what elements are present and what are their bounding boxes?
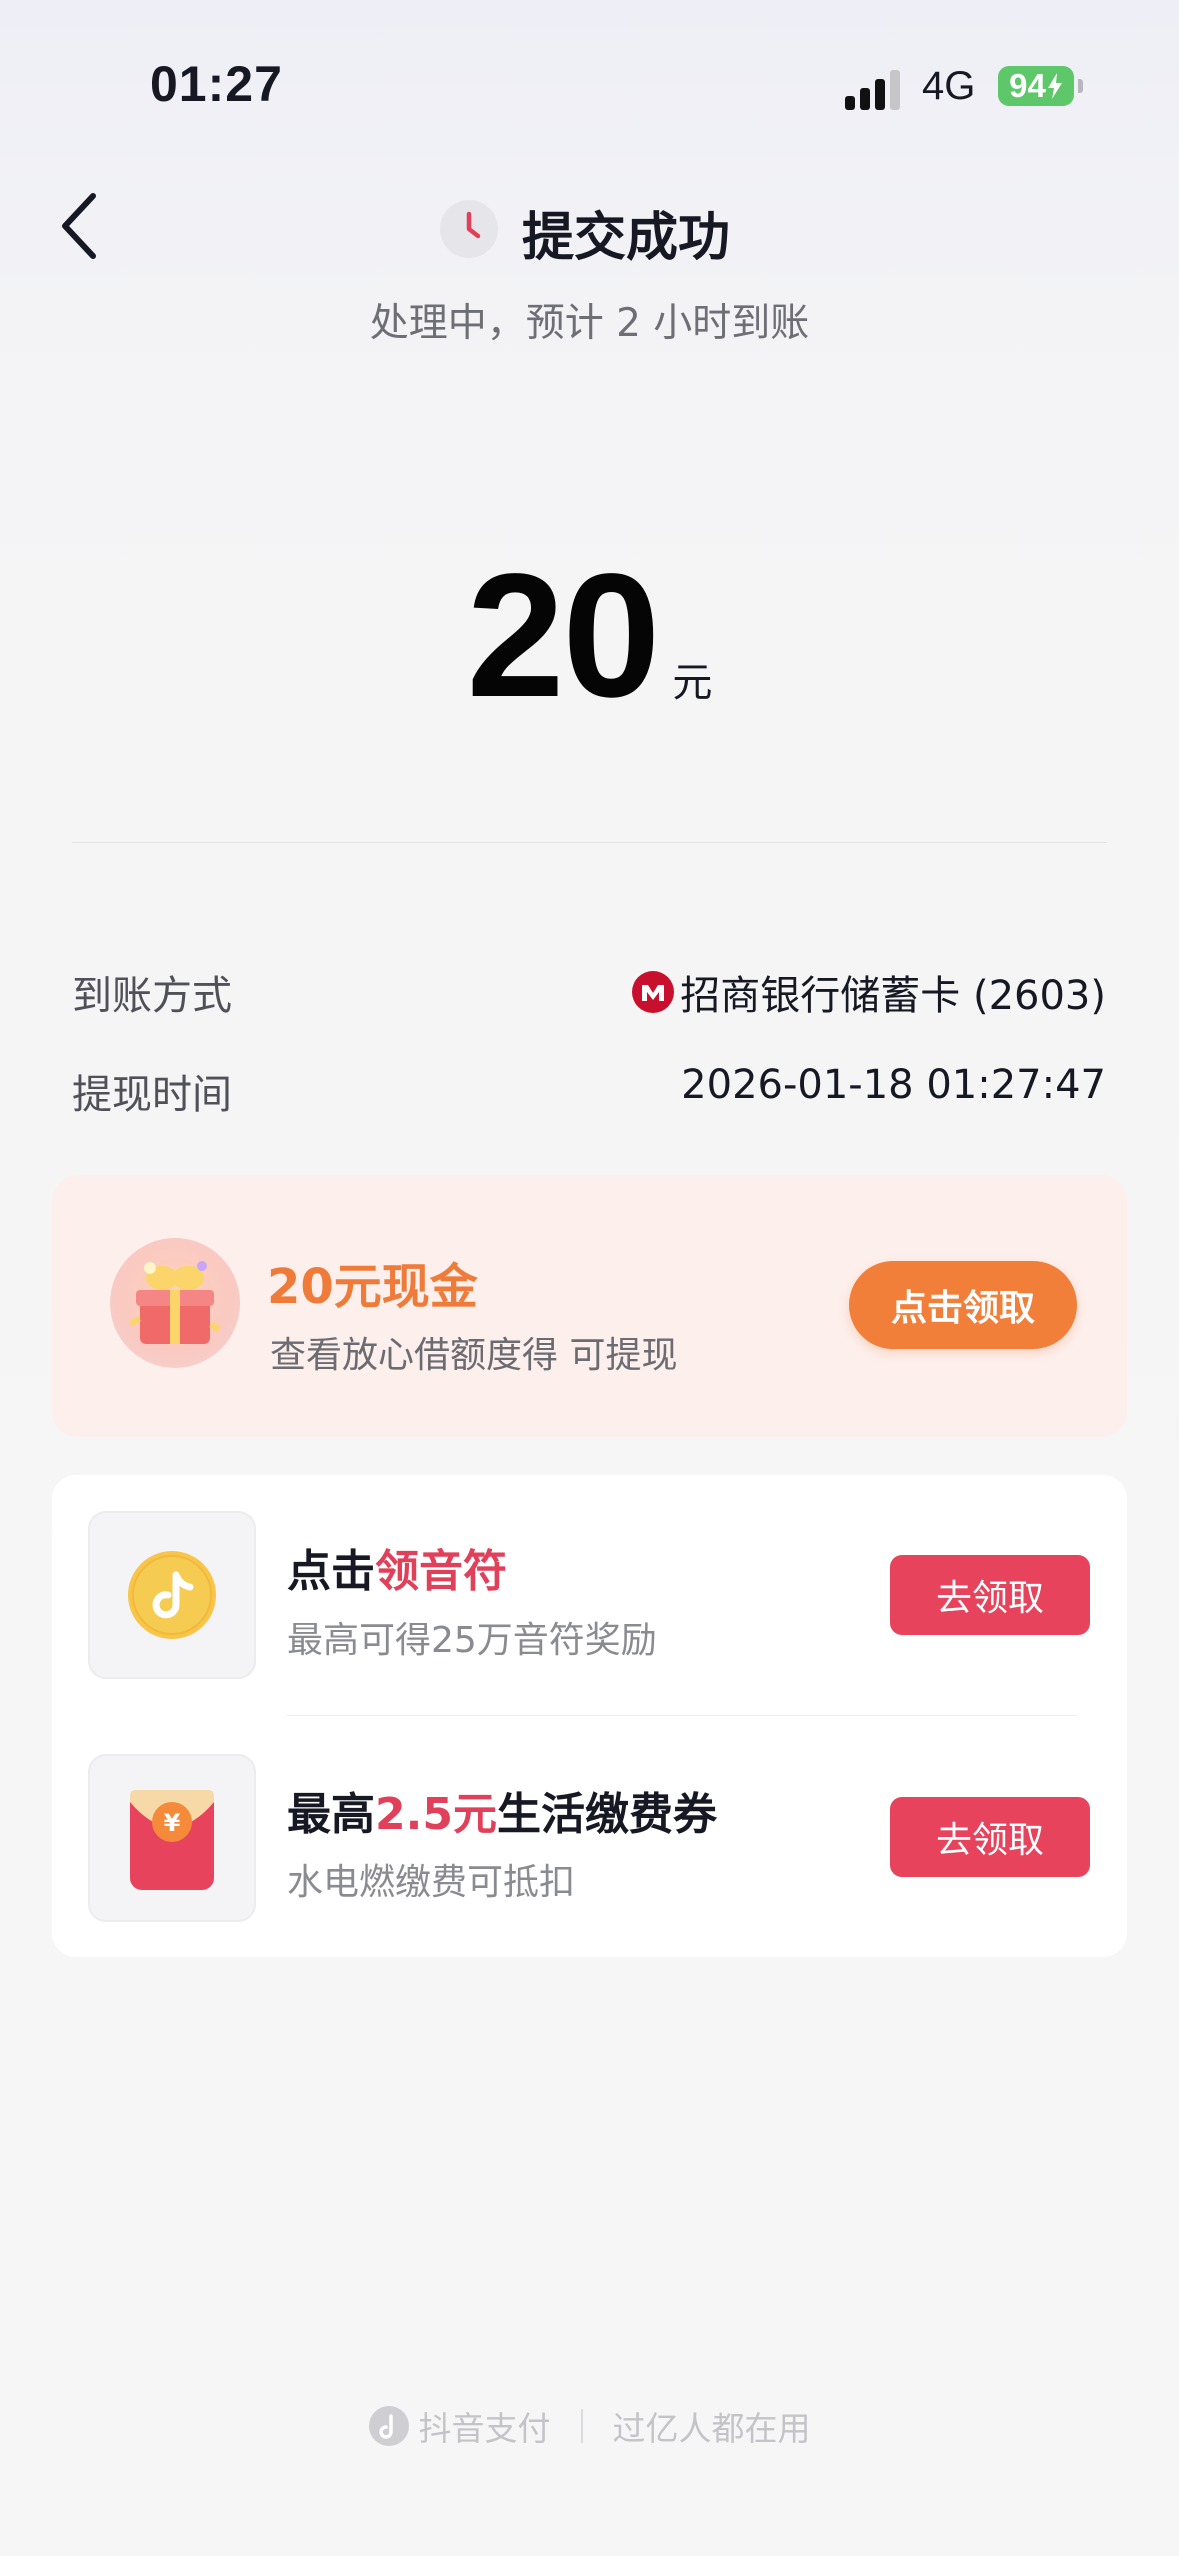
offer-title-suffix: 生活缴费券: [496, 1789, 717, 1840]
claim-cash-button[interactable]: 点击领取: [849, 1261, 1077, 1349]
page-title: 提交成功: [522, 208, 731, 268]
gift-box-icon: [110, 1238, 240, 1368]
offer-title: 最高2.5元生活缴费券: [287, 1778, 717, 1842]
offer-icon-box: ¥: [88, 1754, 256, 1922]
detail-value-method: 招商银行储蓄卡 (2603): [632, 963, 1106, 1021]
detail-value-time: 2026-01-18 01:27:47: [681, 1062, 1106, 1108]
svg-text:¥: ¥: [164, 1809, 181, 1837]
offer-title-prefix: 最高: [287, 1789, 375, 1840]
offer-title-highlight: 领音符: [375, 1546, 507, 1597]
detail-label-time: 提现时间: [72, 1072, 232, 1118]
chevron-left-icon: [62, 193, 96, 259]
charging-bolt-icon: [1047, 73, 1062, 99]
offer-divider: [287, 1715, 1077, 1716]
battery-tip: [1078, 79, 1083, 93]
bank-account-text: 招商银行储蓄卡 (2603): [680, 973, 1106, 1019]
footer-slogan: 过亿人都在用: [612, 2409, 811, 2448]
claim-music-notes-button[interactable]: 去领取: [890, 1555, 1090, 1635]
divider: [72, 842, 1107, 843]
back-button[interactable]: [55, 190, 105, 262]
status-time: 01:27: [150, 56, 283, 112]
offer-description: 水电燃缴费可抵扣: [287, 1862, 576, 1903]
amount-value: 20: [466, 538, 661, 734]
offer-title-highlight: 2.5元: [375, 1789, 497, 1840]
offer-description: 最高可得25万音符奖励: [287, 1620, 657, 1661]
amount-display: 20 元: [0, 535, 1179, 737]
bank-logo-icon: [632, 971, 675, 1013]
cash-promo-description: 查看放心借额度得 可提现: [270, 1335, 678, 1376]
offer-icon-box: [88, 1511, 256, 1679]
battery-level: 94: [1009, 67, 1046, 104]
offer-title: 点击领音符: [287, 1535, 507, 1599]
battery-icon: 94: [998, 66, 1074, 106]
footer-branding: 抖音支付 过亿人都在用: [0, 2402, 1179, 2450]
network-label: 4G: [922, 64, 976, 108]
douyin-pay-logo-icon: [368, 2406, 409, 2446]
detail-label-method: 到账方式: [72, 973, 232, 1019]
cash-promo-title: 20元现金: [267, 1259, 478, 1315]
footer-separator: [580, 2409, 583, 2443]
offer-title-prefix: 点击: [287, 1546, 375, 1597]
music-note-coin-icon: [128, 1551, 216, 1639]
claim-coupon-button[interactable]: 去领取: [890, 1797, 1090, 1877]
amount-unit: 元: [672, 660, 713, 706]
signal-icon: [845, 68, 905, 110]
clock-icon: [440, 200, 498, 258]
footer-brand: 抖音支付: [418, 2409, 551, 2448]
red-envelope-icon: ¥: [130, 1790, 214, 1890]
status-subtitle: 处理中，预计 2 小时到账: [369, 301, 810, 346]
